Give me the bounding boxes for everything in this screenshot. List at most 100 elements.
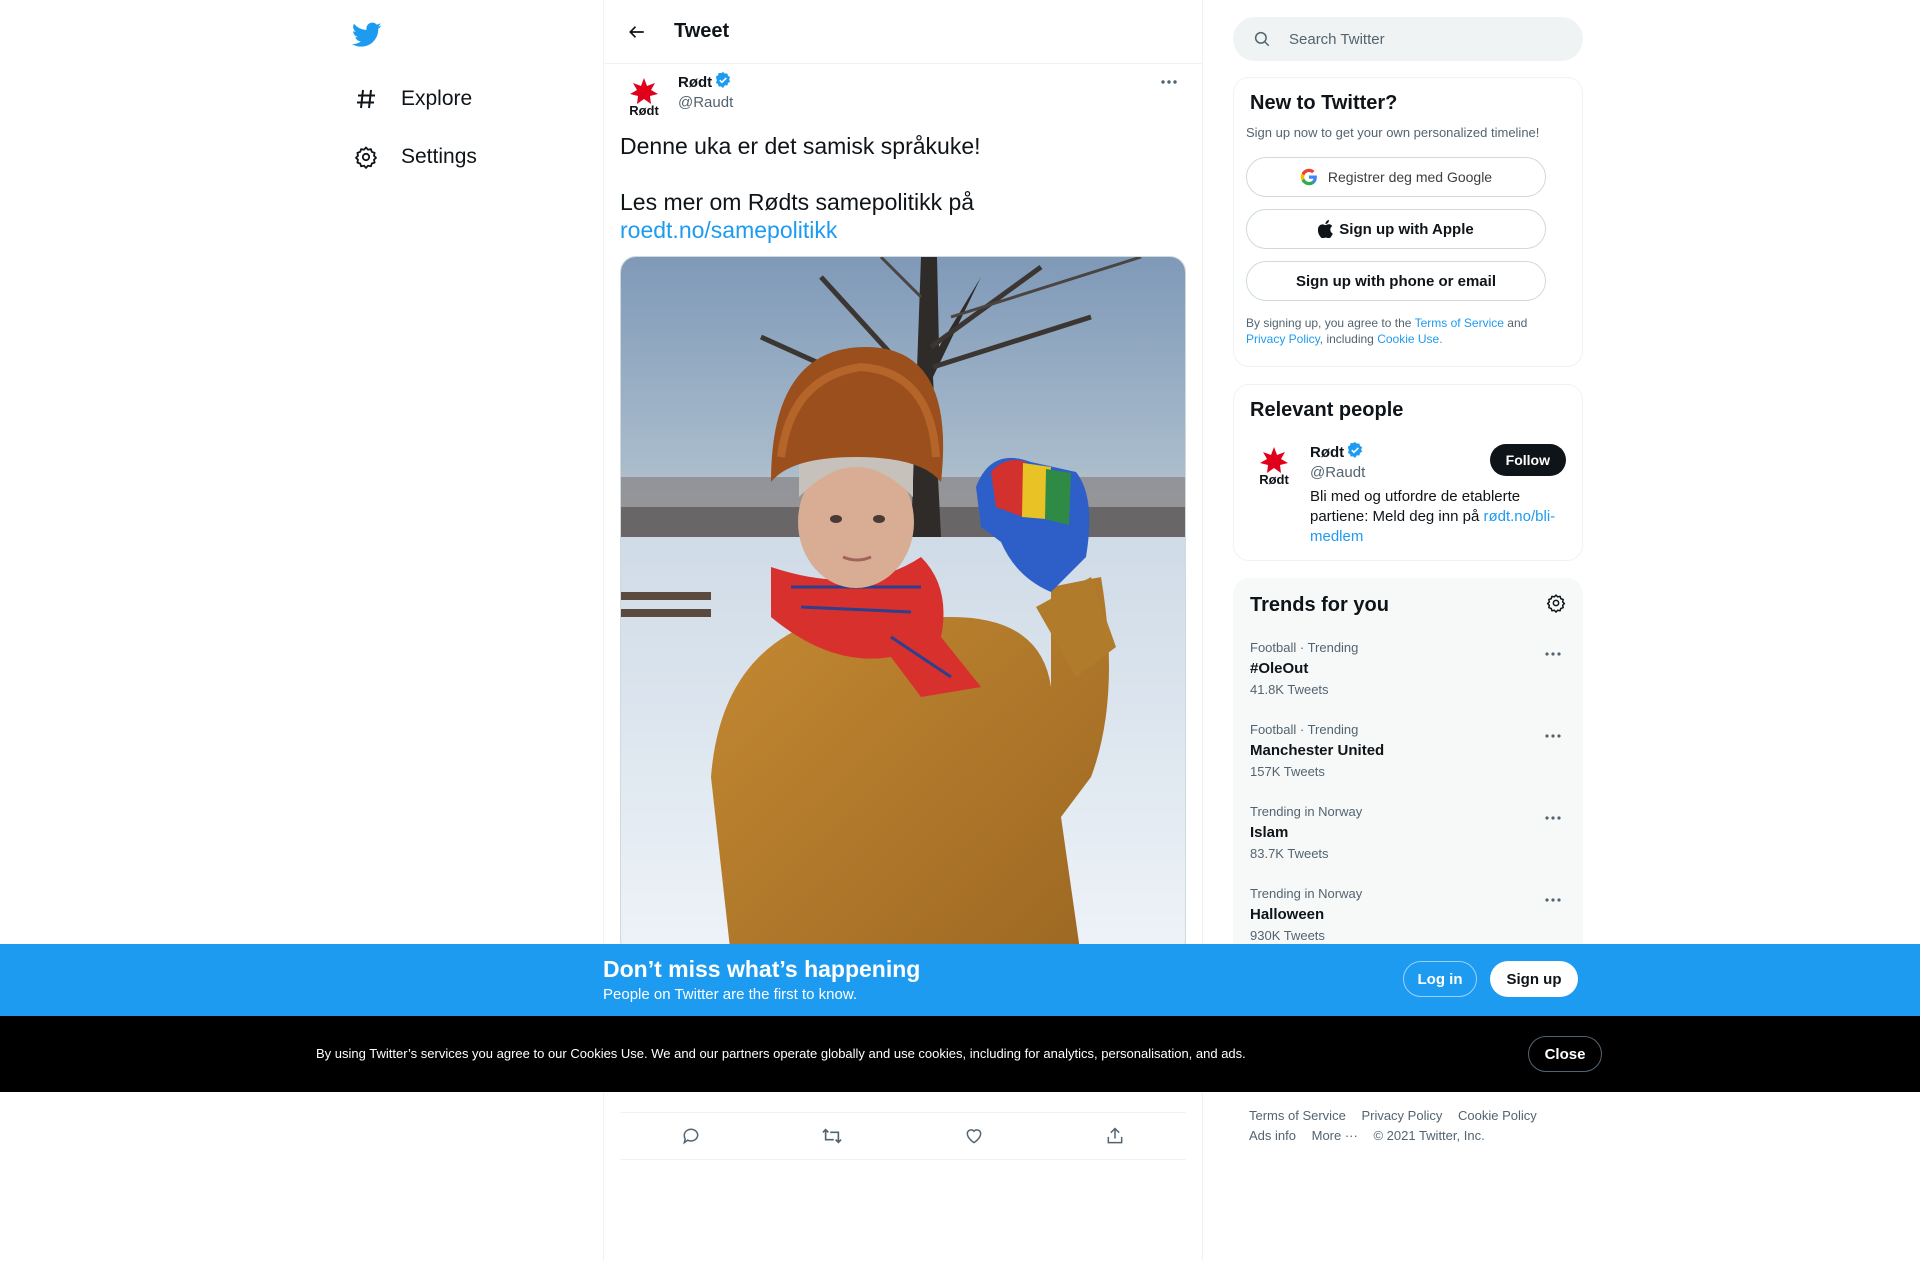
more-dots-icon bbox=[1161, 80, 1177, 84]
trends-list: Football · Trending #OleOut 41.8K Tweets… bbox=[1250, 630, 1566, 958]
new-to-twitter-subtitle: Sign up now to get your own personalized… bbox=[1246, 125, 1540, 140]
tweet-media-photo[interactable] bbox=[620, 256, 1186, 956]
trend-count: 157K Tweets bbox=[1250, 764, 1325, 779]
trend-meta: Trending in Norway bbox=[1250, 886, 1363, 901]
tweet-actions bbox=[620, 1112, 1186, 1160]
signup-legal-text: By signing up, you agree to the Terms of… bbox=[1246, 315, 1570, 347]
avatar[interactable]: Rødt bbox=[1250, 442, 1298, 490]
trend-meta: Football · Trending bbox=[1250, 640, 1359, 655]
footer-copyright: © 2021 Twitter, Inc. bbox=[1373, 1128, 1485, 1143]
trend-more-button[interactable] bbox=[1540, 808, 1566, 828]
trend-meta: Trending in Norway bbox=[1250, 804, 1363, 819]
trends-header: Trends for you bbox=[1250, 593, 1566, 618]
phone-email-signup-button[interactable]: Sign up with phone or email bbox=[1246, 261, 1546, 301]
tweet-link[interactable]: roedt.no/samepolitikk bbox=[620, 217, 837, 243]
cookie-close-button[interactable]: Close bbox=[1528, 1036, 1602, 1072]
verified-badge-icon bbox=[715, 72, 731, 92]
reply-button[interactable] bbox=[674, 1119, 708, 1153]
gear-icon bbox=[352, 143, 380, 171]
search-box[interactable] bbox=[1233, 17, 1583, 61]
footer-terms-link[interactable]: Terms of Service bbox=[1249, 1108, 1346, 1123]
trend-item[interactable]: Football · Trending Manchester United 15… bbox=[1250, 712, 1566, 794]
twitter-bird-icon[interactable] bbox=[351, 22, 382, 52]
trend-name: Manchester United bbox=[1250, 742, 1385, 759]
more-dots-icon bbox=[1545, 816, 1561, 820]
signup-banner-title: Don’t miss what’s happening bbox=[603, 956, 921, 982]
footer-more-link[interactable]: More ··· bbox=[1312, 1128, 1358, 1143]
terms-of-service-link[interactable]: Terms of Service bbox=[1415, 316, 1504, 330]
tweet-author-row: Rødt Rødt @Raudt bbox=[620, 64, 1186, 124]
phone-email-signup-label: Sign up with phone or email bbox=[1295, 272, 1496, 290]
legal-including: , including bbox=[1319, 332, 1374, 346]
google-signup-button[interactable]: Registrer deg med Google bbox=[1246, 157, 1546, 197]
cookie-use-link[interactable]: Cookie Use. bbox=[1377, 332, 1442, 346]
trend-meta: Football · Trending bbox=[1250, 722, 1359, 737]
signup-banner-subtitle: People on Twitter are the first to know. bbox=[603, 986, 858, 1003]
new-to-twitter-card: New to Twitter? Sign up now to get your … bbox=[1233, 77, 1583, 367]
apple-icon bbox=[1318, 220, 1334, 238]
trends-title: Trends for you bbox=[1250, 594, 1389, 616]
privacy-policy-link[interactable]: Privacy Policy bbox=[1246, 332, 1320, 346]
more-dots-icon bbox=[1545, 898, 1561, 902]
trend-count: 83.7K Tweets bbox=[1250, 846, 1329, 861]
retweet-icon bbox=[822, 1128, 842, 1144]
signup-banner: Don’t miss what’s happening People on Tw… bbox=[0, 944, 1920, 1016]
page-title: Tweet bbox=[674, 20, 730, 42]
google-g-icon bbox=[1300, 168, 1317, 186]
trend-item[interactable]: Trending in Norway Islam 83.7K Tweets bbox=[1250, 794, 1566, 876]
nav-item-explore[interactable]: Explore bbox=[352, 71, 472, 127]
tweet-text-line: Denne uka er det samisk språkuke! bbox=[620, 133, 981, 159]
more-dots-icon bbox=[1545, 734, 1561, 738]
trend-name: Halloween bbox=[1250, 906, 1325, 923]
trend-name: #OleOut bbox=[1250, 660, 1309, 677]
author-name-row[interactable]: Rødt bbox=[678, 72, 733, 92]
gear-icon[interactable] bbox=[1546, 593, 1566, 618]
avatar[interactable]: Rødt bbox=[620, 73, 668, 121]
retweet-button[interactable] bbox=[815, 1119, 849, 1153]
tweet-text-line: Les mer om Rødts samepolitikk på bbox=[620, 189, 975, 215]
tweet-more-button[interactable] bbox=[1152, 72, 1186, 92]
trend-more-button[interactable] bbox=[1540, 890, 1566, 910]
nav-label-settings: Settings bbox=[401, 145, 477, 168]
google-signup-label: Registrer deg med Google bbox=[1327, 169, 1493, 185]
author-handle: @Raudt bbox=[678, 94, 734, 111]
follow-button[interactable]: Follow bbox=[1489, 444, 1566, 476]
nav-label-explore: Explore bbox=[401, 87, 473, 110]
main-header: Tweet bbox=[604, 0, 1202, 64]
footer-cookie-link[interactable]: Cookie Policy bbox=[1458, 1108, 1537, 1123]
relevant-people-card: Relevant people Rødt Rødt @Raudt Bli med… bbox=[1233, 384, 1583, 561]
like-button[interactable] bbox=[957, 1119, 991, 1153]
trend-count: 930K Tweets bbox=[1250, 928, 1325, 943]
cookie-banner-text: By using Twitter’s services you agree to… bbox=[316, 1046, 1246, 1061]
trend-more-button[interactable] bbox=[1540, 644, 1566, 664]
footer-ads-link[interactable]: Ads info bbox=[1249, 1128, 1296, 1143]
trend-more-button[interactable] bbox=[1540, 726, 1566, 746]
share-icon bbox=[1107, 1127, 1123, 1144]
person-name: Rødt bbox=[1310, 443, 1345, 461]
trend-item[interactable]: Football · Trending #OleOut 41.8K Tweets bbox=[1250, 630, 1566, 712]
nav-item-settings[interactable]: Settings bbox=[352, 129, 477, 185]
heart-icon bbox=[966, 1129, 982, 1144]
login-button[interactable]: Log in bbox=[1403, 961, 1477, 997]
cookie-banner: By using Twitter’s services you agree to… bbox=[0, 1016, 1920, 1092]
share-button[interactable] bbox=[1098, 1119, 1132, 1153]
tweet: Rødt Rødt @Raudt Denne uka er det samisk… bbox=[604, 64, 1202, 956]
reply-icon bbox=[682, 1128, 699, 1145]
back-button[interactable] bbox=[620, 15, 654, 49]
signup-button[interactable]: Sign up bbox=[1490, 961, 1578, 997]
footer-privacy-link[interactable]: Privacy Policy bbox=[1361, 1108, 1442, 1123]
arrow-left-icon bbox=[629, 25, 644, 38]
avatar-text: Rødt bbox=[629, 103, 659, 118]
photo-illustration bbox=[621, 257, 1185, 955]
person-bio: Bli med og utfordre de etablerte partien… bbox=[1310, 487, 1560, 547]
trends-card: Trends for you Football · Trending #OleO… bbox=[1233, 578, 1583, 998]
relevant-person[interactable]: Rødt Rødt @Raudt Bli med og utfordre de … bbox=[1250, 442, 1566, 547]
apple-signup-label: Sign up with Apple bbox=[1339, 220, 1474, 238]
author-name: Rødt bbox=[678, 73, 713, 91]
verified-badge-icon bbox=[1347, 442, 1363, 462]
legal-and: and bbox=[1507, 316, 1528, 330]
apple-signup-button[interactable]: Sign up with Apple bbox=[1246, 209, 1546, 249]
avatar-text: Rødt bbox=[1259, 472, 1289, 487]
trend-name: Islam bbox=[1250, 824, 1289, 841]
search-input[interactable] bbox=[1289, 30, 1549, 48]
